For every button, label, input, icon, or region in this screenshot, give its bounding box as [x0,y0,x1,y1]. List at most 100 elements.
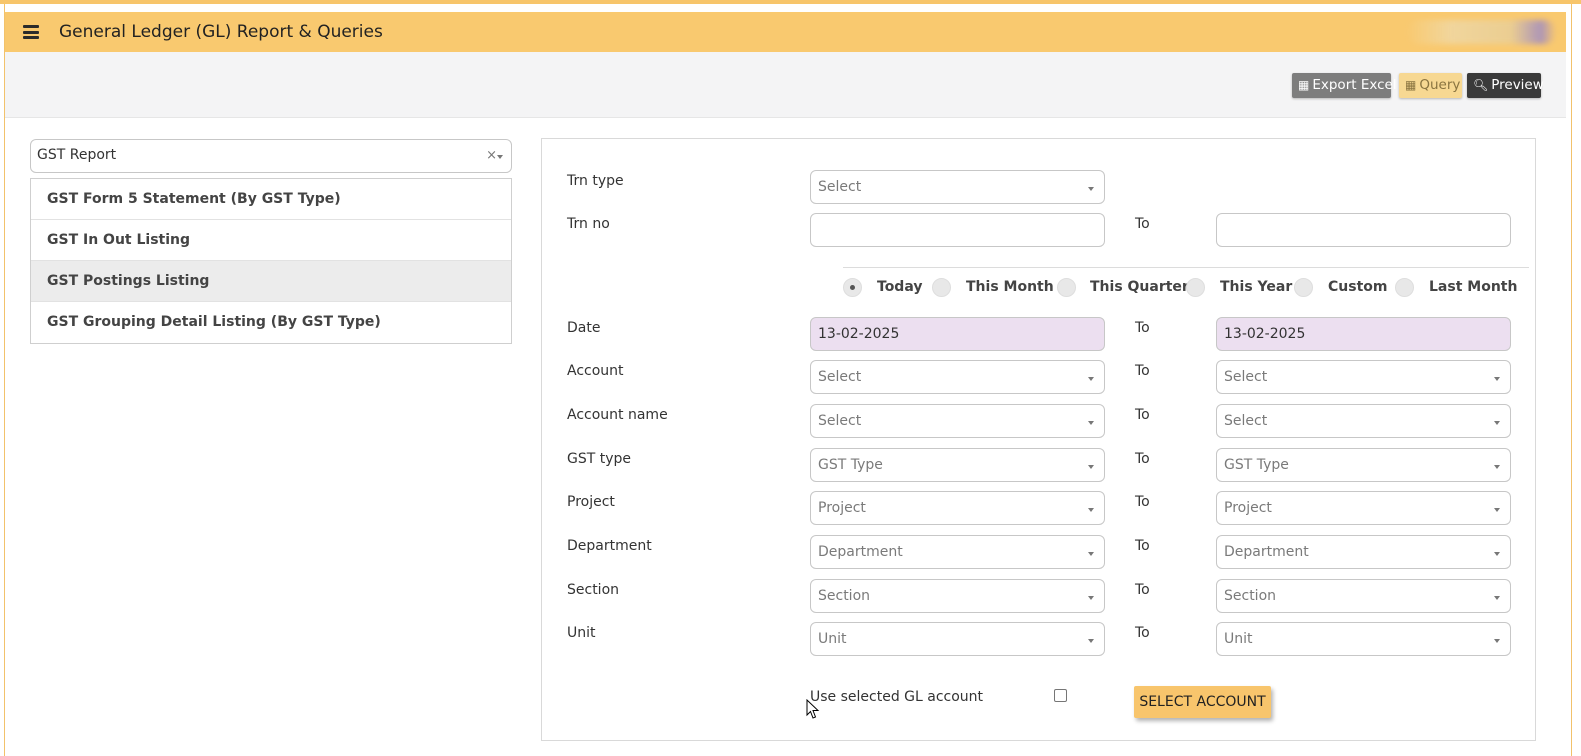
query-button[interactable]: ▦ Query [1399,73,1462,98]
chevron-down-icon [1088,552,1094,556]
divider [843,267,1529,268]
date-from-input[interactable]: 13-02-2025 [810,317,1105,351]
chevron-down-icon[interactable] [497,155,503,159]
radio-custom-label[interactable]: Custom [1328,279,1387,295]
radio-last-month[interactable] [1395,278,1414,297]
gst-type-to-label: To [1135,451,1150,467]
radio-this-year[interactable] [1186,278,1205,297]
account-from-select[interactable]: Select [810,360,1105,394]
use-selected-gl-checkbox[interactable] [1054,689,1067,702]
table-icon: ▦ [1405,78,1417,92]
chevron-down-icon [1494,596,1500,600]
unit-from-placeholder: Unit [818,631,847,647]
chevron-down-icon [1494,465,1500,469]
radio-today[interactable] [843,278,862,297]
radio-this-year-label[interactable]: This Year [1220,279,1292,295]
radio-last-month-label[interactable]: Last Month [1429,279,1517,295]
preview-button[interactable]: 🔍︎ Preview [1467,73,1544,98]
section-from-placeholder: Section [818,588,871,604]
department-to-placeholder: Department [1224,544,1309,560]
radio-this-quarter[interactable] [1057,278,1076,297]
chevron-down-icon [1088,639,1094,643]
chevron-down-icon [1088,596,1094,600]
account-name-from-select[interactable]: Select [810,404,1105,438]
account-name-to-label: To [1135,407,1150,423]
project-from-select[interactable]: Project [810,491,1105,525]
chevron-down-icon [1494,421,1500,425]
account-to-label: To [1135,363,1150,379]
radio-this-quarter-label[interactable]: This Quarter [1090,279,1189,295]
gst-type-label: GST type [567,451,632,467]
account-name-from-placeholder: Select [818,413,862,429]
department-from-placeholder: Department [818,544,903,560]
title-bar: General Ledger (GL) Report & Queries [5,12,1566,52]
report-item-gst-in-out[interactable]: GST In Out Listing [31,220,511,261]
query-label: Query [1419,77,1461,93]
gst-type-to-select[interactable]: GST Type [1216,448,1511,482]
gst-type-from-select[interactable]: GST Type [810,448,1105,482]
select-account-button[interactable]: SELECT ACCOUNT [1134,686,1271,718]
trn-type-label: Trn type [567,173,624,189]
report-type-select[interactable]: GST Report × [30,139,512,173]
trn-no-to-label: To [1135,216,1150,232]
unit-to-label: To [1135,625,1150,641]
project-label: Project [567,494,615,510]
unit-from-select[interactable]: Unit [810,622,1105,656]
date-from-value: 13-02-2025 [818,326,900,342]
date-to-input[interactable]: 13-02-2025 [1216,317,1511,351]
account-from-placeholder: Select [818,369,862,385]
chevron-down-icon [1494,377,1500,381]
use-selected-gl-label: Use selected GL account [810,689,984,705]
trn-no-to-input[interactable] [1216,213,1511,247]
export-excel-label: Export Excel [1312,77,1397,93]
radio-today-label[interactable]: Today [877,279,922,295]
section-to-select[interactable]: Section [1216,579,1511,613]
date-to-label: To [1135,320,1150,336]
gst-type-to-placeholder: GST Type [1224,457,1289,473]
gst-type-from-placeholder: GST Type [818,457,883,473]
chevron-down-icon [1088,465,1094,469]
department-to-label: To [1135,538,1150,554]
project-to-select[interactable]: Project [1216,491,1511,525]
user-profile[interactable] [1406,20,1556,44]
department-to-select[interactable]: Department [1216,535,1511,569]
chevron-down-icon [1088,377,1094,381]
date-to-value: 13-02-2025 [1224,326,1306,342]
trn-no-from-input[interactable] [810,213,1105,247]
search-icon: 🔍︎ [1473,78,1489,92]
chevron-down-icon [1494,508,1500,512]
radio-this-month-label[interactable]: This Month [966,279,1054,295]
mouse-cursor-icon [806,699,820,719]
section-from-select[interactable]: Section [810,579,1105,613]
report-item-gst-form-5[interactable]: GST Form 5 Statement (By GST Type) [31,179,511,220]
chevron-down-icon [1494,552,1500,556]
page-title: General Ledger (GL) Report & Queries [59,22,383,42]
department-label: Department [567,538,652,554]
unit-label: Unit [567,625,596,641]
report-item-gst-postings[interactable]: GST Postings Listing [31,261,511,302]
department-from-select[interactable]: Department [810,535,1105,569]
unit-to-placeholder: Unit [1224,631,1253,647]
section-to-placeholder: Section [1224,588,1277,604]
account-to-placeholder: Select [1224,369,1268,385]
trn-type-select[interactable]: Select [810,170,1105,204]
export-excel-button[interactable]: ▦ Export Excel [1292,73,1397,98]
project-to-placeholder: Project [1224,500,1272,516]
menu-icon[interactable] [23,25,39,39]
project-to-label: To [1135,494,1150,510]
radio-custom[interactable] [1294,278,1313,297]
chevron-down-icon [1088,187,1094,191]
toolbar: ▦ Export Excel ▦ Query 🔍︎ Preview [5,52,1566,118]
account-name-to-select[interactable]: Select [1216,404,1511,438]
clear-icon[interactable]: × [486,148,497,163]
unit-to-select[interactable]: Unit [1216,622,1511,656]
account-to-select[interactable]: Select [1216,360,1511,394]
project-from-placeholder: Project [818,500,866,516]
section-label: Section [567,582,620,598]
report-item-gst-grouping[interactable]: GST Grouping Detail Listing (By GST Type… [31,302,511,343]
account-name-to-placeholder: Select [1224,413,1268,429]
radio-this-month[interactable] [932,278,951,297]
report-list: GST Form 5 Statement (By GST Type) GST I… [30,178,512,344]
preview-label: Preview [1491,77,1544,93]
date-label: Date [567,320,601,336]
